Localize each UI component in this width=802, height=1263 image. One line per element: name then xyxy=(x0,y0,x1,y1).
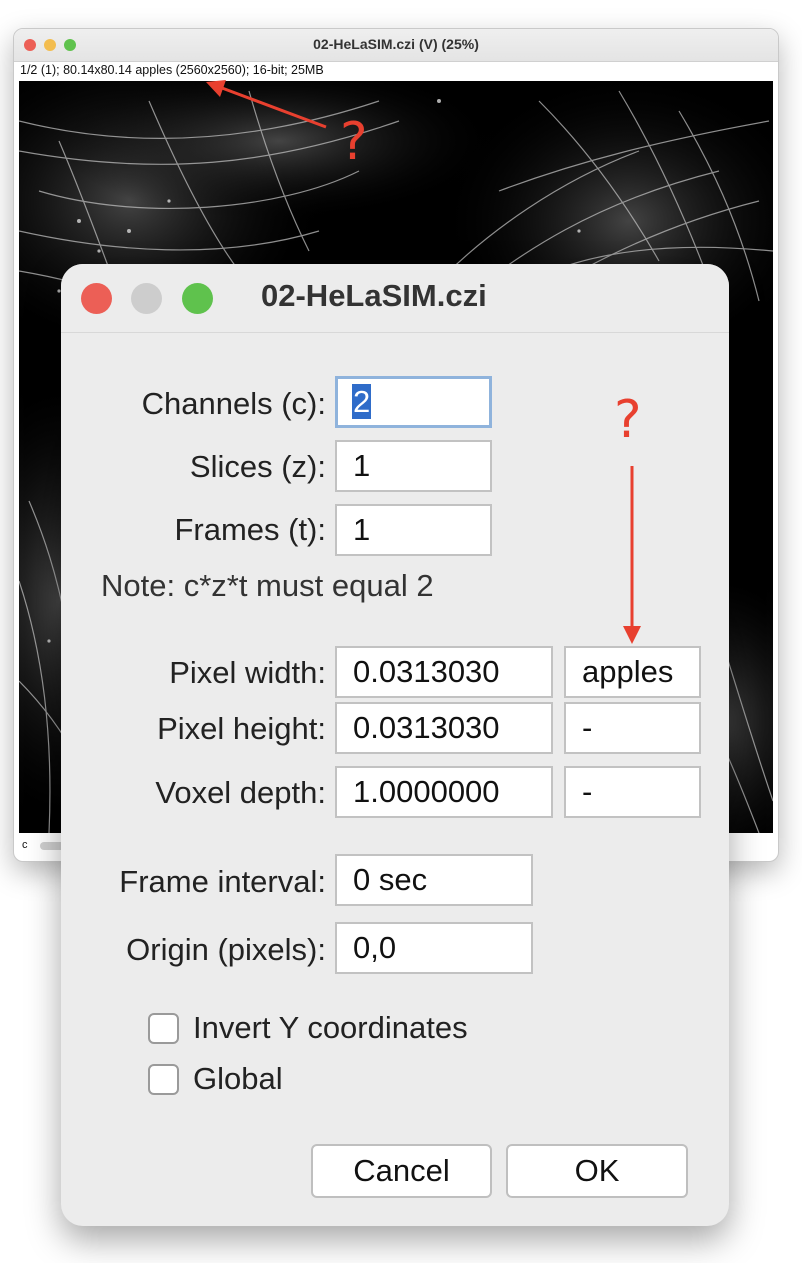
annotation-arrow-right xyxy=(623,466,641,644)
